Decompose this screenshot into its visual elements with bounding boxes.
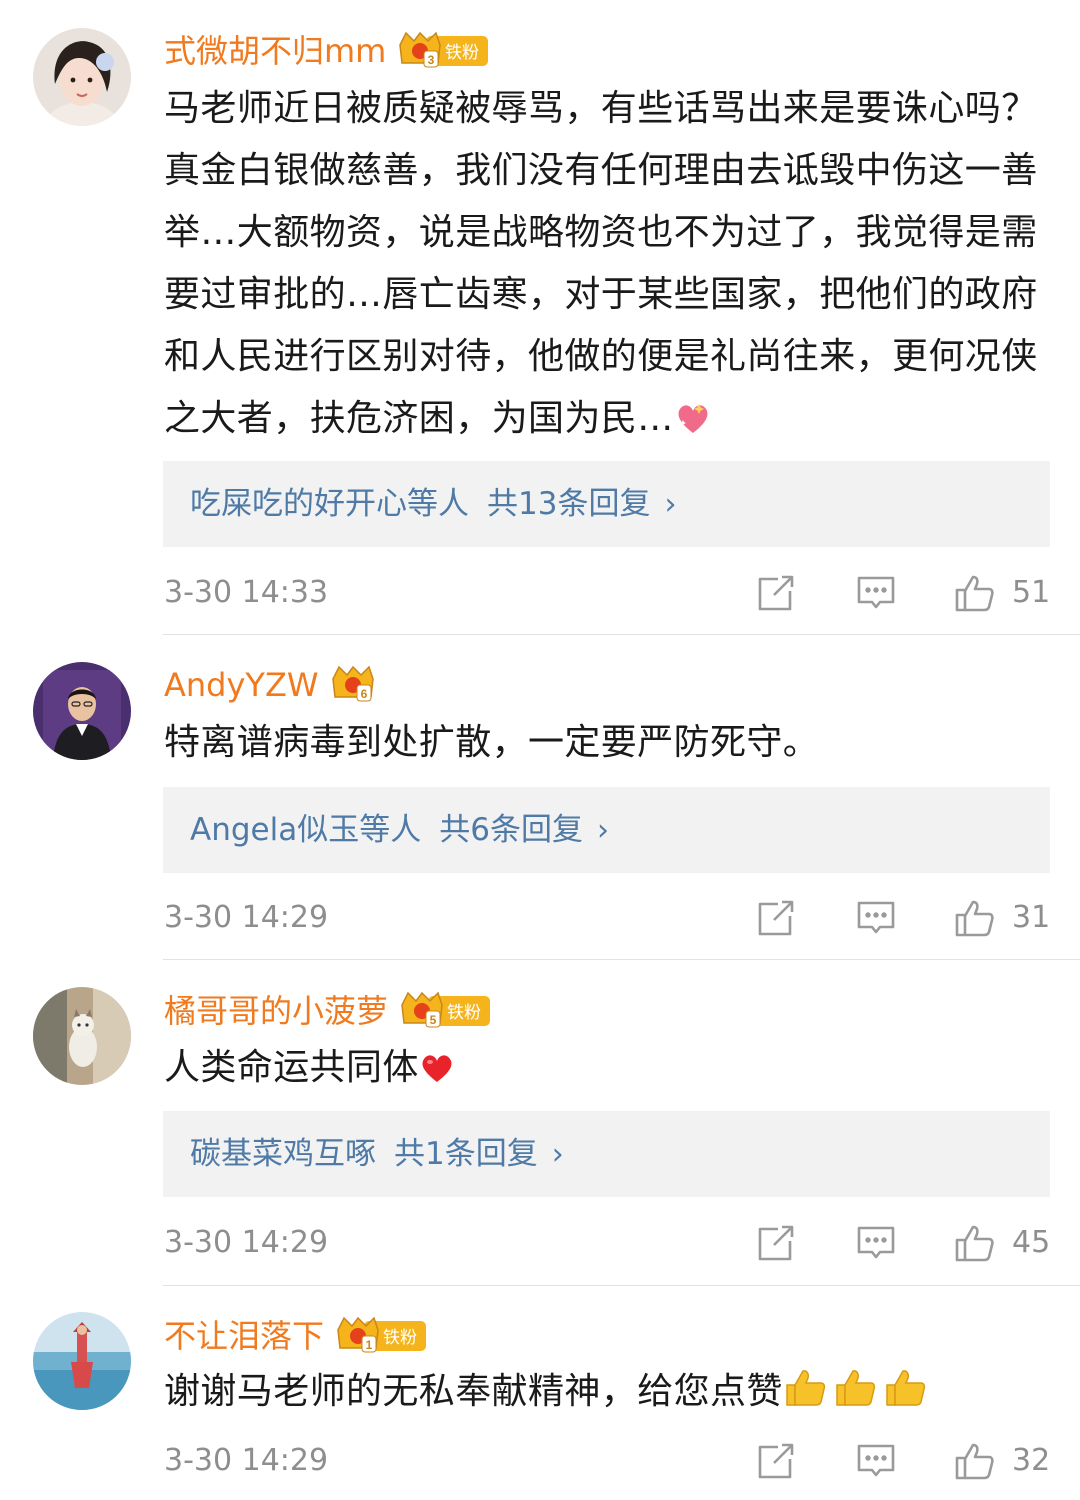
name-row: AndyYZW 6: [164, 661, 375, 709]
vip-badge-icon: 6: [329, 665, 375, 705]
comment-meta: 3-30 14:29 45: [0, 1221, 1080, 1265]
username[interactable]: 不让泪落下: [164, 1312, 324, 1360]
vip-badge-icon: 1 铁粉: [334, 1316, 427, 1356]
like-count: 31: [1012, 900, 1051, 935]
repost-icon[interactable]: [756, 1223, 796, 1263]
fan-label: 铁粉: [447, 1003, 481, 1023]
reply-count[interactable]: 共6条回复: [439, 812, 583, 848]
comment-body: 人类命运共同体: [164, 1047, 419, 1088]
vip-level: 1: [366, 1338, 373, 1352]
timestamp: 3-30 14:33: [164, 575, 329, 610]
avatar[interactable]: [33, 1312, 131, 1410]
divider: [163, 634, 1080, 635]
comment-icon[interactable]: [856, 898, 896, 938]
replies-link[interactable]: Angela似玉等人 共6条回复 ›: [190, 787, 609, 873]
red-heart-emoji-icon: [419, 1043, 455, 1105]
repost-icon[interactable]: [756, 573, 796, 613]
vip-level: 3: [428, 53, 435, 67]
chevron-right-icon: ›: [664, 487, 677, 522]
comment-text: 马老师近日被质疑被辱骂，有些话骂出来是要诛心吗？真金白银做慈善，我们没有任何理由…: [164, 78, 1044, 456]
comment-text: 人类命运共同体: [164, 1037, 1044, 1105]
name-row: 不让泪落下 1 铁粉: [164, 1312, 427, 1360]
avatar[interactable]: [33, 662, 131, 760]
like-count: 45: [1012, 1225, 1051, 1260]
name-row: 式微胡不归mm 3 铁粉: [164, 27, 489, 75]
fan-label: 铁粉: [383, 1328, 417, 1348]
like-count: 32: [1012, 1443, 1051, 1478]
replies-preview[interactable]: 吃屎吃的好开心等人 共13条回复 ›: [163, 461, 1050, 547]
vip-badge-icon: 5 铁粉: [398, 991, 491, 1031]
like-count: 51: [1012, 575, 1051, 610]
thumbs-up-icon[interactable]: [954, 898, 994, 938]
username[interactable]: AndyYZW: [164, 661, 319, 709]
comment-text: 谢谢马老师的无私奉献精神，给您点赞: [164, 1361, 1044, 1429]
repost-icon[interactable]: [756, 1441, 796, 1481]
replies-link[interactable]: 碳基菜鸡互啄 共1条回复 ›: [190, 1111, 564, 1197]
comment-icon[interactable]: [856, 1223, 896, 1263]
replies-preview[interactable]: 碳基菜鸡互啄 共1条回复 ›: [163, 1111, 1050, 1197]
sparkling-heart-emoji-icon: [674, 394, 712, 456]
thumbs-up-icon[interactable]: [954, 573, 994, 613]
repost-icon[interactable]: [756, 898, 796, 938]
comment-icon[interactable]: [856, 1441, 896, 1481]
reply-authors[interactable]: 吃屎吃的好开心等人: [190, 486, 469, 522]
thumbs-up-emoji-icon: [783, 1365, 931, 1429]
divider: [163, 1285, 1080, 1286]
name-row: 橘哥哥的小菠萝 5 铁粉: [164, 987, 491, 1035]
replies-link[interactable]: 吃屎吃的好开心等人 共13条回复 ›: [190, 461, 676, 547]
replies-preview[interactable]: Angela似玉等人 共6条回复 ›: [163, 787, 1050, 873]
chevron-right-icon: ›: [596, 813, 609, 848]
reply-authors[interactable]: 碳基菜鸡互啄: [190, 1136, 376, 1172]
vip-level: 5: [430, 1013, 437, 1027]
comment-meta: 3-30 14:29 31: [0, 896, 1080, 940]
avatar[interactable]: [33, 987, 131, 1085]
fan-label: 铁粉: [445, 43, 479, 63]
vip-level: 6: [360, 687, 367, 701]
vip-badge-icon: 3 铁粉: [396, 31, 489, 71]
timestamp: 3-30 14:29: [164, 1225, 329, 1260]
avatar[interactable]: [33, 28, 131, 126]
username[interactable]: 橘哥哥的小菠萝: [164, 987, 388, 1035]
comment-body: 马老师近日被质疑被辱骂，有些话骂出来是要诛心吗？真金白银做慈善，我们没有任何理由…: [164, 88, 1038, 439]
timestamp: 3-30 14:29: [164, 1443, 329, 1478]
reply-count[interactable]: 共13条回复: [487, 486, 650, 522]
comment-meta: 3-30 14:29 32: [0, 1439, 1080, 1483]
thumbs-up-icon[interactable]: [954, 1223, 994, 1263]
timestamp: 3-30 14:29: [164, 900, 329, 935]
comment-body: 特离谱病毒到处扩散，一定要严防死守。: [164, 722, 820, 763]
comment-text: 特离谱病毒到处扩散，一定要严防死守。: [164, 712, 1044, 774]
comment-body: 谢谢马老师的无私奉献精神，给您点赞: [164, 1371, 783, 1412]
reply-count[interactable]: 共1条回复: [394, 1136, 538, 1172]
chevron-right-icon: ›: [551, 1137, 564, 1172]
username[interactable]: 式微胡不归mm: [164, 27, 386, 75]
divider: [163, 959, 1080, 960]
comment-meta: 3-30 14:33 51: [0, 571, 1080, 615]
reply-authors[interactable]: Angela似玉等人: [190, 812, 421, 848]
thumbs-up-icon[interactable]: [954, 1441, 994, 1481]
comment-icon[interactable]: [856, 573, 896, 613]
